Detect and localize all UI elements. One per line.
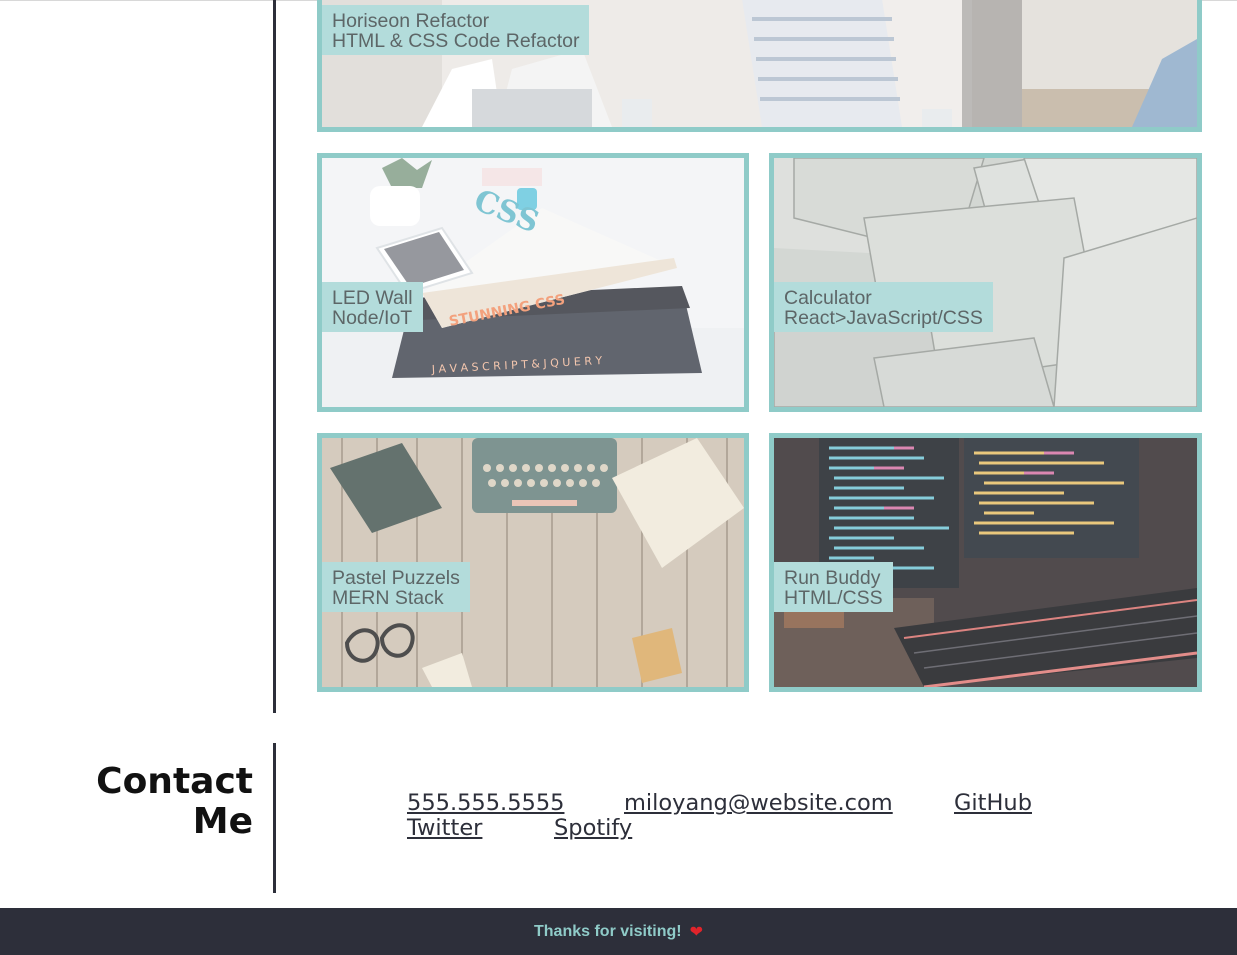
project-card-run-buddy[interactable]: Run Buddy HTML/CSS	[769, 433, 1202, 692]
project-title: Horiseon Refactor	[332, 10, 490, 32]
project-label: Run Buddy HTML/CSS	[774, 562, 893, 612]
project-label: Horiseon Refactor HTML & CSS Code Refact…	[322, 5, 590, 55]
project-label: LED Wall Node/IoT	[322, 282, 423, 332]
contact-section-divider	[273, 743, 276, 893]
project-tech: Node/IoT	[332, 307, 413, 329]
contact-title-line1: Contact	[96, 761, 253, 802]
email-link[interactable]: miloyang@website.com	[624, 790, 893, 816]
project-tech: React>JavaScript/CSS	[784, 307, 983, 329]
twitter-link[interactable]: Twitter	[407, 815, 482, 841]
project-title: Calculator	[784, 287, 872, 309]
contact-title: Contact Me	[60, 762, 253, 842]
project-title: Run Buddy	[784, 567, 881, 589]
project-card-pastel-puzzels[interactable]: Pastel Puzzels MERN Stack	[317, 433, 749, 692]
project-card-horiseon[interactable]: Horiseon Refactor HTML & CSS Code Refact…	[317, 0, 1202, 132]
project-title: Pastel Puzzels	[332, 567, 460, 589]
project-tech: HTML/CSS	[784, 587, 883, 609]
phone-link[interactable]: 555.555.5555	[407, 790, 564, 816]
project-label: Pastel Puzzels MERN Stack	[322, 562, 470, 612]
project-tech: MERN Stack	[332, 587, 444, 609]
footer-text: Thanks for visiting!	[534, 922, 682, 940]
github-link[interactable]: GitHub	[954, 790, 1032, 816]
spotify-link[interactable]: Spotify	[554, 815, 632, 841]
project-title: LED Wall	[332, 287, 413, 309]
footer: Thanks for visiting! ❤	[0, 908, 1237, 955]
project-card-calculator[interactable]: Calculator React>JavaScript/CSS	[769, 153, 1202, 412]
contact-title-line2: Me	[192, 801, 253, 842]
heart-icon: ❤	[689, 922, 703, 941]
project-label: Calculator React>JavaScript/CSS	[774, 282, 993, 332]
work-section-divider	[273, 0, 276, 713]
project-tech: HTML & CSS Code Refactor	[332, 30, 580, 52]
project-card-led-wall[interactable]: STUNNING CSS CSS J A V A S C R I P T & J…	[317, 153, 749, 412]
